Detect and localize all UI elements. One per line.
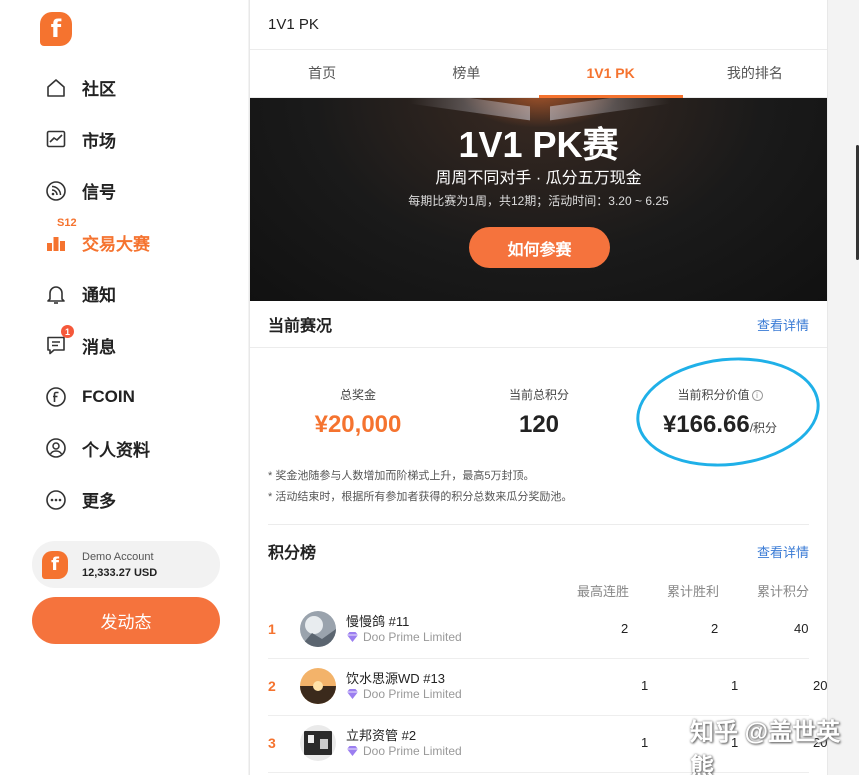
sidebar-item-contest[interactable]: S12 交易大赛 xyxy=(0,217,248,269)
bar-chart-icon: S12 xyxy=(44,217,77,254)
tab-ranking[interactable]: 榜单 xyxy=(394,50,538,97)
rank-number: 1 xyxy=(268,621,276,637)
bell-icon xyxy=(44,282,68,306)
sidebar-item-fcoin[interactable]: FCOIN xyxy=(0,371,248,423)
column-header-points: 累计积分 xyxy=(757,584,810,599)
points-label: 当前总积分 xyxy=(508,388,569,402)
sidebar-item-market[interactable]: 市场 xyxy=(0,114,248,166)
how-to-join-button[interactable]: 如何参赛 xyxy=(469,227,610,268)
account-card[interactable]: f Demo Account 12,333.27 USD xyxy=(32,541,220,588)
fcoin-icon xyxy=(44,385,68,409)
user-name[interactable]: 饮水思源WD #13 xyxy=(346,668,445,687)
signal-icon xyxy=(44,179,68,203)
status-title: 当前赛况 xyxy=(268,318,333,335)
sidebar-item-label: 社区 xyxy=(82,80,116,100)
leaderboard-column-headers: 最高连胜 累计胜利 累计积分 xyxy=(250,577,827,602)
points-value: 20 xyxy=(813,678,828,693)
promo-banner: 1V1 PK赛 周周不同对手 · 瓜分五万现金 每期比赛为1周，共12期；活动时… xyxy=(250,98,827,301)
sidebar-item-signal[interactable]: 信号 xyxy=(0,165,248,217)
user-org: Doo Prime Limited xyxy=(346,744,462,758)
sidebar-item-notifications[interactable]: 通知 xyxy=(0,268,248,320)
highlight-circle xyxy=(630,348,826,476)
more-icon xyxy=(44,488,68,512)
sidebar-item-label: 市场 xyxy=(82,131,116,151)
user-org-text: Doo Prime Limited xyxy=(363,744,462,758)
avatar[interactable] xyxy=(300,725,336,761)
unread-badge: 1 xyxy=(61,325,74,339)
gem-icon xyxy=(347,632,358,642)
prize-value: ¥20,000 xyxy=(314,411,402,438)
user-name[interactable]: 立邦资管 #2 xyxy=(346,725,416,744)
sidebar-item-label: FCOIN xyxy=(82,386,135,406)
prize-stat: 总奖金 ¥20,000 xyxy=(268,386,448,439)
sidebar-item-community[interactable]: 社区 xyxy=(0,62,248,114)
sidebar-item-label: 通知 xyxy=(82,286,116,306)
leaderboard-title: 积分榜 xyxy=(268,545,317,562)
column-header-streak: 最高连胜 xyxy=(577,584,630,599)
account-name: Demo Account xyxy=(82,550,154,563)
watermark: 知乎 @盖世英熊 xyxy=(690,719,841,775)
gem-icon xyxy=(347,746,358,756)
tab-bar: 首页 榜单 1V1 PK 我的排名 xyxy=(250,50,827,98)
page-title: 1V1 PK xyxy=(250,0,827,50)
tab-my-rank[interactable]: 我的排名 xyxy=(683,50,827,97)
status-stats: 总奖金 ¥20,000 当前总积分 120 当前积分价值 i ¥166.66/积分 xyxy=(250,348,827,476)
banner-info: 每期比赛为1周，共12期；活动时间：3.20 ~ 6.25 xyxy=(408,194,669,208)
sidebar-item-label: 消息 xyxy=(82,337,116,357)
sidebar-item-label: 个人资料 xyxy=(82,440,150,460)
status-details-link[interactable]: 查看详情 xyxy=(757,315,809,334)
leaderboard-header: 积分榜 查看详情 xyxy=(250,525,827,577)
rank-number: 2 xyxy=(268,678,276,694)
tab-home[interactable]: 首页 xyxy=(250,50,394,97)
points-value: 40 xyxy=(794,621,809,636)
rank-number: 3 xyxy=(268,735,276,751)
wins-value: 2 xyxy=(711,621,719,636)
sidebar: f 社区 市场 信号 S12 交易大赛 通知 1 消息 FCOIN 个人资料 更… xyxy=(0,0,248,775)
status-header: 当前赛况 查看详情 xyxy=(250,301,827,348)
streak-value: 1 xyxy=(641,678,649,693)
main-content: 1V1 PK 首页 榜单 1V1 PK 我的排名 1V1 PK赛 周周不同对手 … xyxy=(249,0,828,775)
sidebar-item-label: 更多 xyxy=(82,492,116,512)
user-org: Doo Prime Limited xyxy=(346,687,462,701)
sidebar-item-profile[interactable]: 个人资料 xyxy=(0,423,248,475)
banner-title: 1V1 PK赛 xyxy=(458,124,619,165)
streak-value: 2 xyxy=(621,621,629,636)
gem-icon xyxy=(347,689,358,699)
points-value: 120 xyxy=(518,411,560,438)
note-line: * 活动结束时，根据所有参加者获得的积分总数来瓜分奖励池。 xyxy=(268,491,573,503)
avatar[interactable] xyxy=(300,668,336,704)
user-icon xyxy=(44,436,68,460)
app-logo[interactable]: f xyxy=(40,12,72,46)
leaderboard-details-link[interactable]: 查看详情 xyxy=(757,542,809,561)
table-row[interactable]: 2 饮水思源WD #13 Doo Prime Limited 1 1 20 xyxy=(268,659,827,716)
user-org-text: Doo Prime Limited xyxy=(363,630,462,644)
sidebar-item-more[interactable]: 更多 xyxy=(0,474,248,526)
chart-icon xyxy=(44,127,68,151)
user-org: Doo Prime Limited xyxy=(346,630,462,644)
prize-label: 总奖金 xyxy=(339,388,376,402)
sidebar-item-messages[interactable]: 1 消息 xyxy=(0,320,248,372)
account-balance: 12,333.27 USD xyxy=(82,566,158,579)
sidebar-item-label: 信号 xyxy=(82,183,116,203)
banner-subtitle: 周周不同对手 · 瓜分五万现金 xyxy=(435,170,642,187)
column-header-wins: 累计胜利 xyxy=(667,584,720,599)
table-row[interactable]: 1 慢慢鸽 #11 Doo Prime Limited 2 2 40 xyxy=(268,602,809,659)
sidebar-nav: 社区 市场 信号 S12 交易大赛 通知 1 消息 FCOIN 个人资料 更多 xyxy=(0,62,248,526)
status-notes: * 奖金池随参与人数增加而阶梯式上升，最高5万封顶。 * 活动结束时，根据所有参… xyxy=(250,466,827,508)
avatar[interactable] xyxy=(300,611,336,647)
account-logo: f xyxy=(42,550,68,579)
tab-1v1-pk[interactable]: 1V1 PK xyxy=(538,50,684,98)
season-tag: S12 xyxy=(57,217,77,230)
streak-value: 1 xyxy=(641,735,649,750)
post-button[interactable]: 发动态 xyxy=(32,597,220,644)
user-org-text: Doo Prime Limited xyxy=(363,687,462,701)
points-stat: 当前总积分 120 xyxy=(449,386,629,439)
message-icon: 1 xyxy=(44,325,74,357)
note-line: * 奖金池随参与人数增加而阶梯式上升，最高5万封顶。 xyxy=(268,470,535,482)
home-icon xyxy=(44,76,68,100)
wins-value: 1 xyxy=(731,678,739,693)
sidebar-item-label: 交易大赛 xyxy=(82,234,150,254)
user-name[interactable]: 慢慢鸽 #11 xyxy=(346,611,409,630)
